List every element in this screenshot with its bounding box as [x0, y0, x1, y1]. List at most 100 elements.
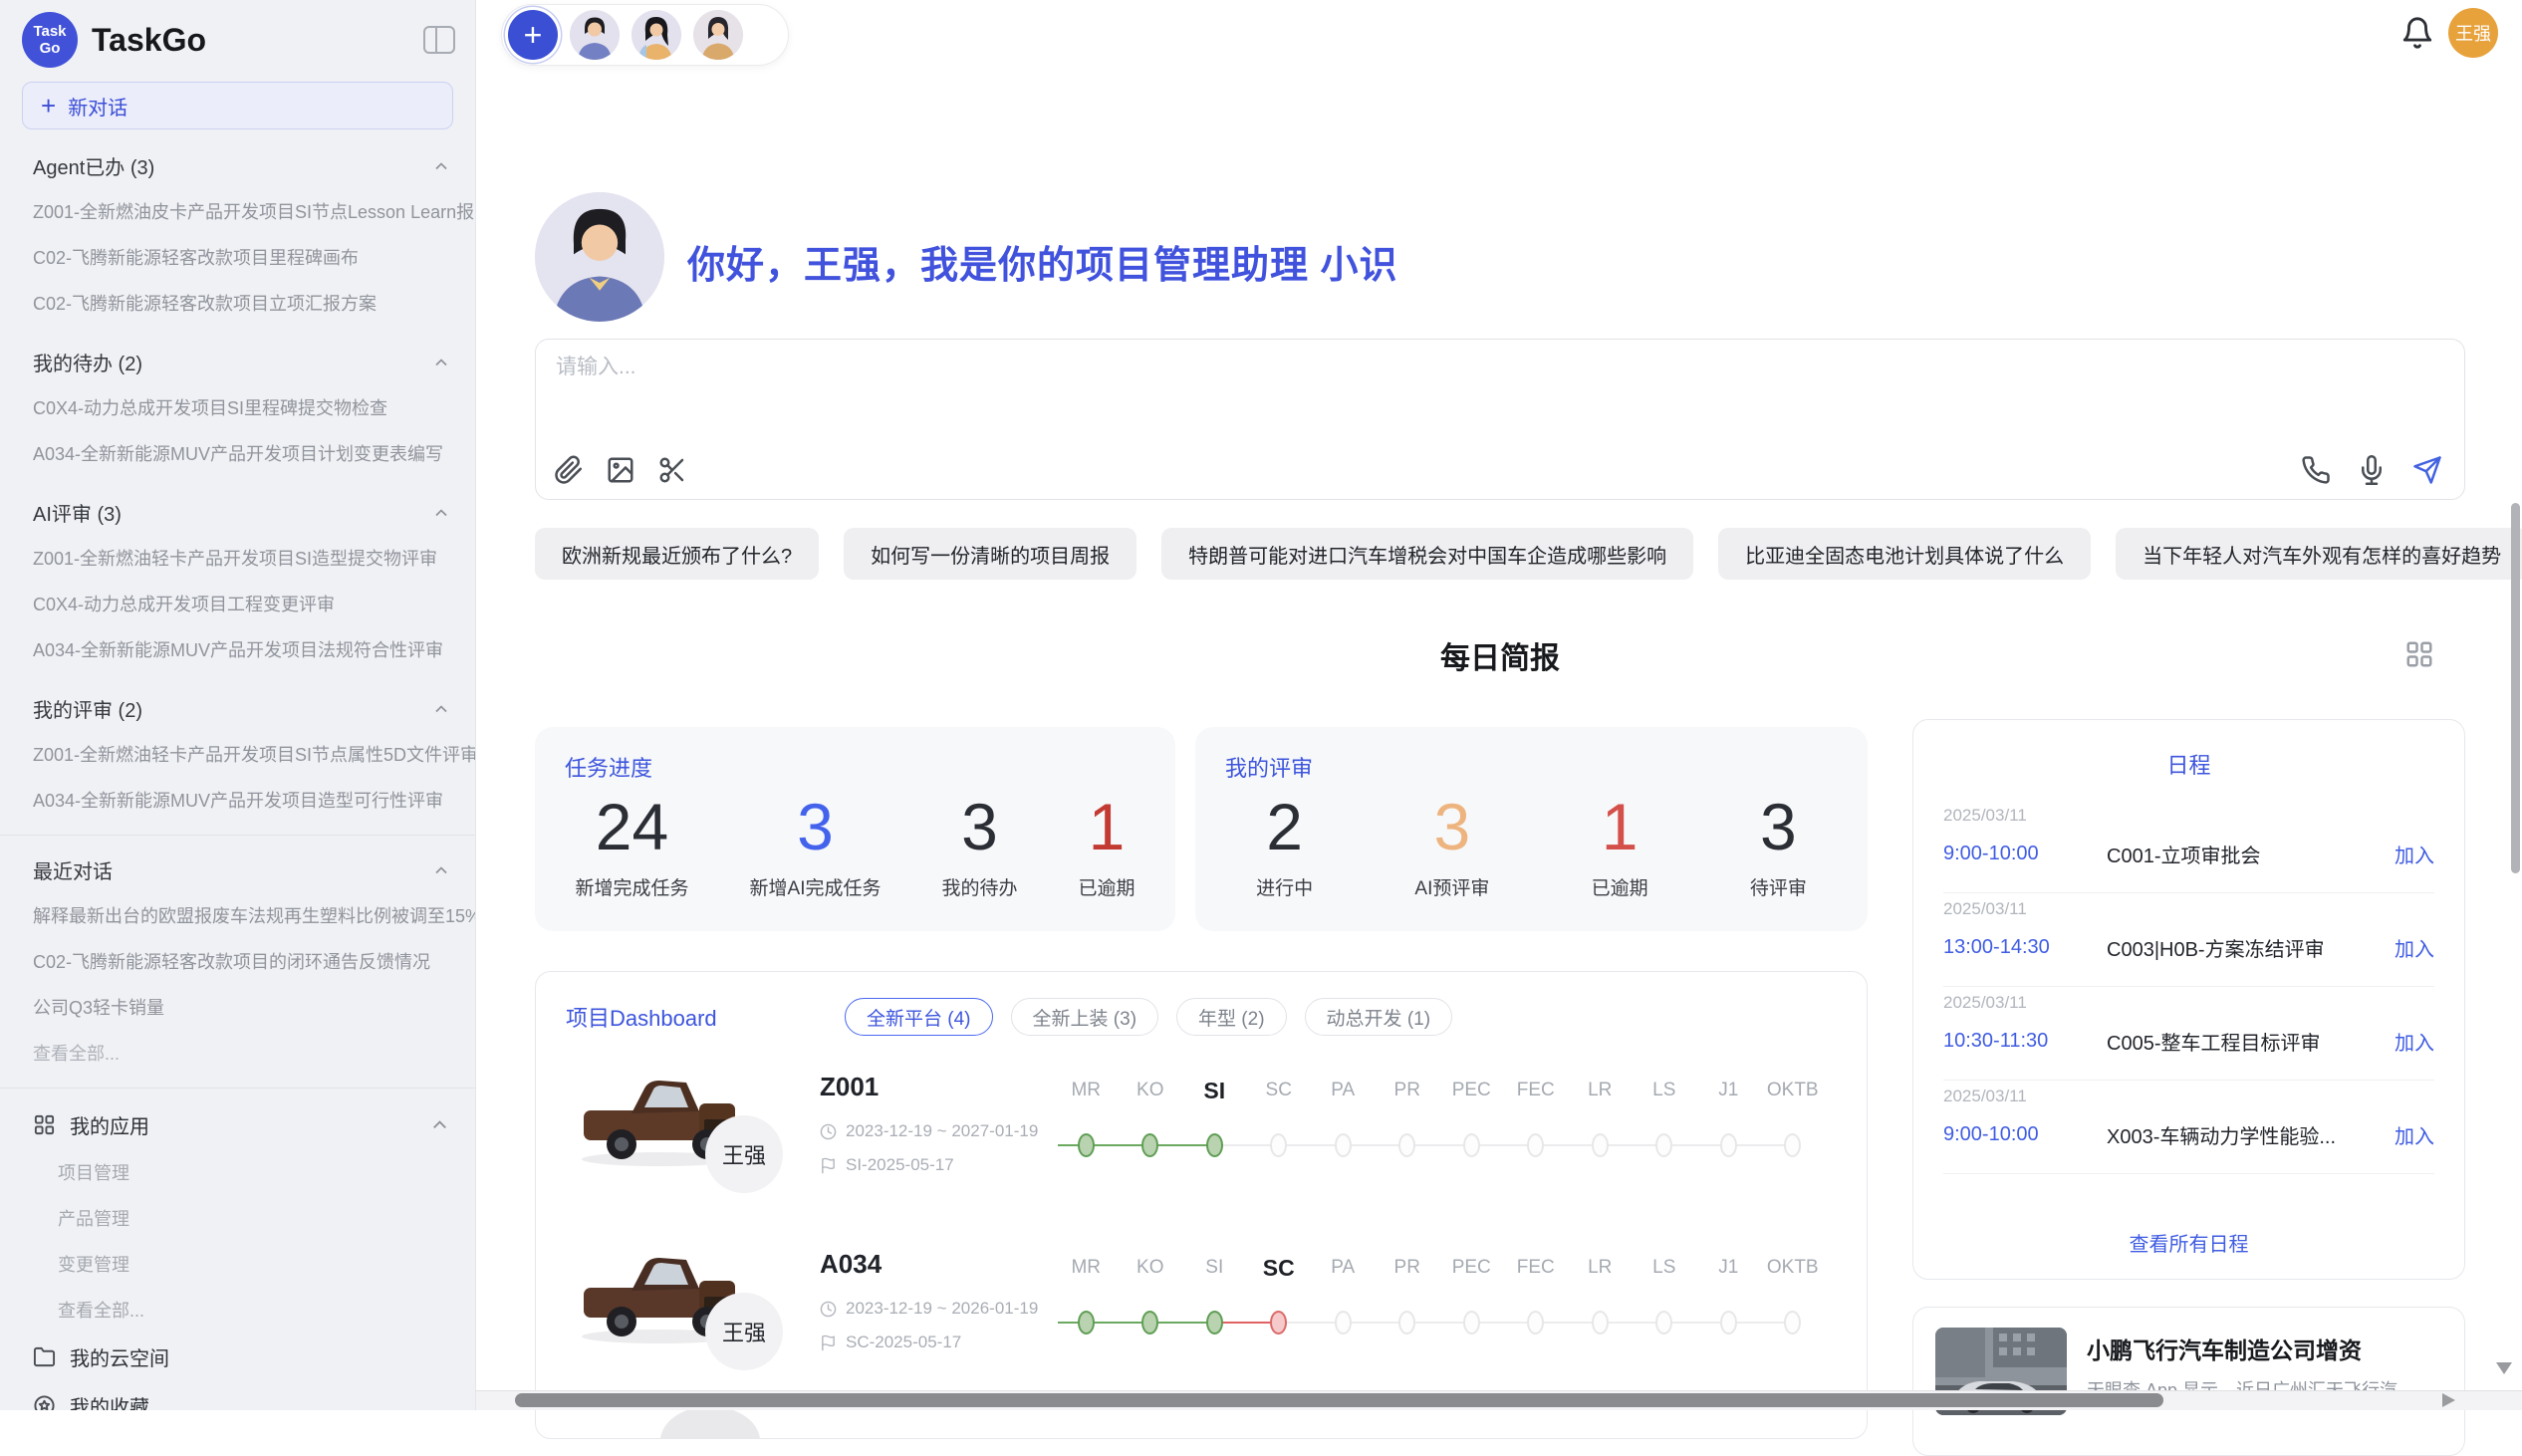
section-agent-done: Agent已办 (3) Z001-全新燃油皮卡产品开发项目SI节点Lesson …: [0, 143, 475, 326]
list-item[interactable]: C0X4-动力总成开发项目SI里程碑提交物检查: [0, 384, 475, 430]
suggestion-chip[interactable]: 比亚迪全固态电池计划具体说了什么: [1718, 528, 2091, 580]
join-meeting-link[interactable]: 加入: [2395, 933, 2434, 962]
milestone-label-active: SC: [1247, 1253, 1312, 1283]
list-item[interactable]: C0X4-动力总成开发项目工程变更评审: [0, 581, 475, 626]
suggestion-chip[interactable]: 特朗普可能对进口汽车增税会对中国车企造成哪些影响: [1161, 528, 1693, 580]
stat-label: 待评审: [1750, 873, 1807, 900]
tab-powertrain[interactable]: 动总开发 (1): [1305, 998, 1453, 1036]
list-item[interactable]: Z001-全新燃油轻卡产品开发项目SI造型提交物评审: [0, 535, 475, 581]
milestone-label: PR: [1376, 1253, 1440, 1283]
event-name: C003|H0B-方案冻结评审: [2093, 933, 2395, 962]
scissors-icon[interactable]: [657, 455, 687, 485]
project-tag: SI-2025-05-17: [846, 1155, 954, 1175]
milestone-label: PA: [1311, 1253, 1376, 1283]
folder-icon: [33, 1345, 56, 1368]
user-avatar[interactable]: 王强: [2448, 8, 2498, 58]
milestone-label: PEC: [1439, 1076, 1504, 1105]
clock-icon: [820, 1301, 837, 1318]
section-header-agent-done[interactable]: Agent已办 (3): [0, 143, 475, 188]
microphone-icon[interactable]: [2357, 455, 2387, 485]
news-title: 小鹏飞行汽车制造公司增资: [2087, 1332, 2362, 1365]
sidebar-item-favorites[interactable]: 我的收藏: [0, 1381, 475, 1410]
list-item[interactable]: 解释最新出台的欧盟报废车法规再生塑料比例被调至15%...: [0, 892, 475, 938]
event-time: 9:00-10:00: [1943, 843, 2093, 865]
section-header-ai-review[interactable]: AI评审 (3): [0, 490, 475, 535]
logo-text-line1: Task: [33, 23, 66, 40]
suggestion-chip[interactable]: 当下年轻人对汽车外观有怎样的喜好趋势: [2116, 528, 2522, 580]
list-item[interactable]: Z001-全新燃油皮卡产品开发项目SI节点Lesson Learn报告: [0, 188, 475, 234]
attachment-icon[interactable]: [554, 455, 584, 485]
collapse-sidebar-icon[interactable]: [423, 26, 455, 54]
schedule-event: 2025/03/11 10:30-11:30 C005-整车工程目标评审 加入: [1943, 993, 2434, 1081]
list-item[interactable]: C02-飞腾新能源轻客改款项目的闭环通告反馈情况: [0, 938, 475, 984]
milestone-label: OKTB: [1761, 1076, 1826, 1105]
chat-input[interactable]: [556, 356, 1751, 379]
view-all-schedule-link[interactable]: 查看所有日程: [1913, 1228, 2464, 1257]
suggestion-chip[interactable]: 欧洲新规最近颁布了什么?: [535, 528, 819, 580]
tab-new-platform[interactable]: 全新平台 (4): [845, 998, 993, 1036]
sidebar-item-cloud-space[interactable]: 我的云空间: [0, 1333, 475, 1381]
join-meeting-link[interactable]: 加入: [2395, 1027, 2434, 1056]
milestone-label: SI: [1182, 1253, 1247, 1283]
suggestion-chip[interactable]: 如何写一份清晰的项目周报: [844, 528, 1136, 580]
section-header-recent-chats[interactable]: 最近对话: [0, 848, 475, 892]
list-item[interactable]: A034-全新新能源MUV产品开发项目造型可行性评审: [0, 777, 475, 823]
vertical-scrollbar-thumb[interactable]: [2511, 503, 2520, 873]
list-item[interactable]: C02-飞腾新能源轻客改款项目里程碑画布: [0, 234, 475, 280]
notifications-bell[interactable]: [2400, 16, 2434, 50]
chevron-up-icon: [431, 699, 451, 719]
sidebar-item-change-mgmt[interactable]: 变更管理: [0, 1241, 475, 1287]
section-header-my-review[interactable]: 我的评审 (2): [0, 686, 475, 731]
sidebar-item-project-mgmt[interactable]: 项目管理: [0, 1149, 475, 1195]
view-all-chats[interactable]: 查看全部...: [0, 1030, 475, 1076]
milestone-label: PA: [1311, 1076, 1376, 1105]
news-card[interactable]: 小鹏飞行汽车制造公司增资 天眼查 App 显示，近日广州汇天飞行汽...: [1912, 1307, 2465, 1456]
app-title: TaskGo: [92, 22, 423, 59]
list-item[interactable]: A034-全新新能源MUV产品开发项目计划变更表编写: [0, 430, 475, 476]
schedule-event: 2025/03/11 13:00-14:30 C003|H0B-方案冻结评审 加…: [1943, 899, 2434, 987]
add-assistant-button[interactable]: +: [508, 10, 558, 60]
phone-icon[interactable]: [2301, 455, 2331, 485]
project-row-a034[interactable]: 王强 A034 2023-12-19 ~ 2026-01-19 SC-2025-…: [536, 1227, 1867, 1406]
horizontal-scrollbar-thumb[interactable]: [515, 1393, 2163, 1407]
view-all-apps[interactable]: 查看全部...: [0, 1287, 475, 1333]
list-item[interactable]: C02-飞腾新能源轻客改款项目立项汇报方案: [0, 280, 475, 326]
stat-label: 新增完成任务: [576, 873, 689, 900]
assistant-avatar-2[interactable]: [631, 10, 681, 60]
stat-label: 我的待办: [941, 873, 1017, 900]
stat-value: 3: [1414, 793, 1489, 861]
project-row-z001[interactable]: 王强 Z001 2023-12-19 ~ 2027-01-19 SI-2025-…: [536, 1050, 1867, 1229]
scroll-down-arrow[interactable]: [2496, 1362, 2512, 1374]
divider: [1943, 892, 2434, 893]
card-title: 任务进度: [565, 751, 652, 783]
section-header-my-todo[interactable]: 我的待办 (2): [0, 340, 475, 384]
my-review-card: 我的评审 2 进行中 3 AI预评审 1 已逾期 3 待评审: [1195, 727, 1868, 931]
image-icon[interactable]: [606, 455, 635, 485]
sidebar-item-product-mgmt[interactable]: 产品管理: [0, 1195, 475, 1241]
milestone-label: FEC: [1504, 1076, 1569, 1105]
section-title: Agent已办 (3): [33, 151, 154, 180]
new-chat-button[interactable]: + 新对话: [22, 82, 453, 129]
section-title: AI评审 (3): [33, 498, 122, 527]
new-chat-label: 新对话: [68, 92, 127, 121]
assistant-avatar-3[interactable]: [693, 10, 743, 60]
stat-label: 已逾期: [1078, 873, 1135, 900]
chat-composer: [535, 339, 2465, 500]
list-item[interactable]: Z001-全新燃油轻卡产品开发项目SI节点属性5D文件评审: [0, 731, 475, 777]
join-meeting-link[interactable]: 加入: [2395, 840, 2434, 868]
join-meeting-link[interactable]: 加入: [2395, 1120, 2434, 1149]
list-item[interactable]: A034-全新新能源MUV产品开发项目法规符合性评审: [0, 626, 475, 672]
scroll-right-arrow[interactable]: [2442, 1393, 2455, 1407]
tab-year-model[interactable]: 年型 (2): [1176, 998, 1287, 1036]
sidebar-item-my-apps[interactable]: 我的应用: [0, 1100, 475, 1149]
sidebar-header: Task Go TaskGo: [0, 0, 475, 76]
stat-value: 3: [1750, 793, 1807, 861]
assistant-avatar-1[interactable]: [570, 10, 620, 60]
layout-grid-icon[interactable]: [2404, 639, 2434, 669]
list-item[interactable]: 公司Q3轻卡销量: [0, 984, 475, 1030]
send-icon[interactable]: [2412, 455, 2442, 485]
project-date-range: 2023-12-19 ~ 2026-01-19: [846, 1299, 1038, 1319]
tab-new-body[interactable]: 全新上装 (3): [1011, 998, 1159, 1036]
grid-icon: [33, 1113, 56, 1136]
stat-value: 2: [1256, 793, 1313, 861]
